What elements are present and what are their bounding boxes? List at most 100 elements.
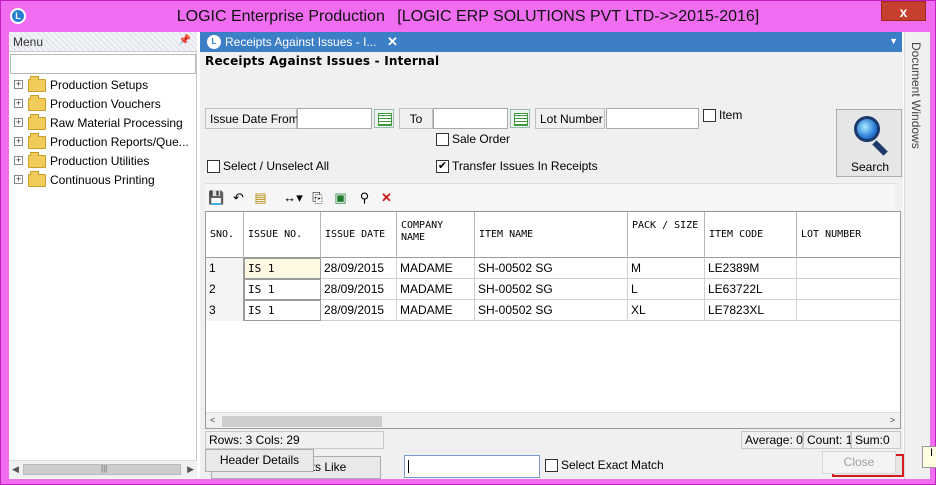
cell-lot-number[interactable]	[797, 300, 900, 321]
column-header-issue-date[interactable]: ISSUE DATE	[321, 212, 397, 258]
table-row[interactable]: 2 IS 1 28/09/2015 MADAME SH-00502 SG L L…	[206, 279, 900, 300]
select-exact-match-checkbox[interactable]	[545, 459, 558, 472]
tree-item-raw-material-processing[interactable]: + Raw Material Processing	[14, 114, 197, 133]
grid-toolbar: 💾 ↶ ▤ ↔▾ ⎘ ▣ ⚲ ✕	[205, 183, 895, 210]
tab-list-chevron-icon[interactable]: ▼	[889, 36, 898, 46]
column-header-issue-no[interactable]: ISSUE NO.	[244, 212, 321, 258]
sale-order-checkbox[interactable]	[436, 133, 449, 146]
cell-pack-size[interactable]: M	[628, 258, 705, 279]
cell-company[interactable]: MADAME	[397, 258, 475, 279]
notes-icon[interactable]: ▤	[252, 189, 269, 206]
cell-item-code[interactable]: LE63722L	[705, 279, 797, 300]
undo-icon[interactable]: ↶	[230, 189, 247, 206]
table-row[interactable]: 1 IS 1 28/09/2015 MADAME SH-00502 SG M L…	[206, 258, 900, 279]
tree-item-label: Continuous Printing	[50, 173, 155, 187]
cell-issue-date[interactable]: 28/09/2015	[321, 300, 397, 321]
column-header-item-name[interactable]: ITEM NAME	[475, 212, 628, 258]
lots-like-input[interactable]	[404, 455, 540, 478]
tab-close-icon[interactable]: ✕	[387, 34, 398, 50]
cell-company[interactable]: MADAME	[397, 300, 475, 321]
pin-icon[interactable]: 📌	[179, 35, 191, 46]
expand-icon[interactable]: +	[14, 80, 23, 89]
window-title: LOGIC Enterprise Production [LOGIC ERP S…	[1, 8, 935, 26]
select-unselect-all-checkbox[interactable]	[207, 160, 220, 173]
item-label: Item	[719, 108, 743, 122]
menu-horizontal-scrollbar[interactable]: ◀ ||| ▶	[9, 460, 197, 478]
tab-receipts-against-issues[interactable]: L Receipts Against Issues - I... ✕	[203, 33, 401, 52]
grid-horizontal-scrollbar[interactable]: < >	[206, 412, 900, 428]
header-details-button[interactable]: Header Details	[205, 449, 314, 472]
window-close-button[interactable]: x	[881, 1, 926, 21]
document-windows-panel[interactable]: Document Windows	[904, 32, 930, 479]
column-header-item-code[interactable]: ITEM CODE	[705, 212, 797, 258]
expand-icon[interactable]: +	[14, 175, 23, 184]
cell-lot-number[interactable]	[797, 258, 900, 279]
cell-item-name[interactable]: SH-00502 SG	[475, 279, 628, 300]
select-exact-match-label: Select Exact Match	[561, 458, 664, 472]
app-title: LOGIC Enterprise Production	[176, 8, 385, 25]
cell-pack-size[interactable]: L	[628, 279, 705, 300]
expand-icon[interactable]: +	[14, 118, 23, 127]
menu-tree: + Production Setups + Production Voucher…	[14, 76, 197, 190]
scroll-right-icon[interactable]: >	[890, 415, 895, 425]
sum-status: Sum:0	[851, 431, 901, 449]
title-bar[interactable]: L LOGIC Enterprise Production [LOGIC ERP…	[1, 1, 935, 32]
cell-item-code[interactable]: LE7823XL	[705, 300, 797, 321]
tree-item-production-setups[interactable]: + Production Setups	[14, 76, 197, 95]
delete-icon[interactable]: ✕	[378, 189, 395, 206]
sale-order-label: Sale Order	[452, 132, 511, 146]
copy-icon[interactable]: ⎘	[309, 189, 326, 206]
cell-issue-no[interactable]: IS 1	[244, 279, 321, 300]
cell-lot-number[interactable]	[797, 279, 900, 300]
company-title: [LOGIC ERP SOLUTIONS PVT LTD->>2015-2016…	[397, 8, 760, 25]
scroll-left-icon[interactable]: ◀	[12, 464, 19, 475]
cell-item-code[interactable]: LE2389M	[705, 258, 797, 279]
cell-company[interactable]: MADAME	[397, 279, 475, 300]
lot-number-input[interactable]	[606, 108, 699, 129]
column-header-sno[interactable]: SNO.	[206, 212, 244, 258]
tree-item-production-utilities[interactable]: + Production Utilities	[14, 152, 197, 171]
issues-grid[interactable]: SNO. ISSUE NO. ISSUE DATE COMPANY NAME I…	[205, 211, 901, 429]
cell-issue-date[interactable]: 28/09/2015	[321, 258, 397, 279]
calendar-icon[interactable]	[510, 109, 530, 128]
find-binoculars-icon[interactable]: ⚲	[356, 189, 373, 206]
item-checkbox[interactable]	[703, 109, 716, 122]
tree-item-label: Production Setups	[50, 78, 149, 92]
expand-icon[interactable]: +	[14, 137, 23, 146]
tab-label: Receipts Against Issues - I...	[225, 35, 377, 49]
issue-date-to-input[interactable]	[433, 108, 508, 129]
excel-icon[interactable]: ▣	[332, 189, 349, 206]
scroll-left-icon[interactable]: <	[210, 415, 215, 425]
expand-icon[interactable]: +	[14, 156, 23, 165]
tree-item-production-reports[interactable]: + Production Reports/Que...	[14, 133, 197, 152]
issue-date-from-input[interactable]	[297, 108, 372, 129]
folder-icon	[28, 152, 46, 168]
column-width-icon[interactable]: ↔▾	[281, 189, 305, 206]
scroll-thumb[interactable]	[222, 416, 382, 427]
tree-item-production-vouchers[interactable]: + Production Vouchers	[14, 95, 197, 114]
expand-icon[interactable]: +	[14, 99, 23, 108]
cell-item-name[interactable]: SH-00502 SG	[475, 300, 628, 321]
cell-issue-no[interactable]: IS 1	[244, 258, 321, 279]
count-status: Count: 1	[803, 431, 852, 449]
column-header-company-name[interactable]: COMPANY NAME	[397, 212, 475, 258]
tree-item-continuous-printing[interactable]: + Continuous Printing	[14, 171, 197, 190]
transfer-issues-label: Transfer Issues In Receipts	[452, 159, 598, 173]
scroll-right-icon[interactable]: ▶	[187, 464, 194, 475]
menu-search-input[interactable]	[10, 54, 196, 74]
calendar-icon[interactable]	[374, 109, 394, 128]
table-row[interactable]: 3 IS 1 28/09/2015 MADAME SH-00502 SG XL …	[206, 300, 900, 321]
cell-issue-date[interactable]: 28/09/2015	[321, 279, 397, 300]
search-button[interactable]: Search	[836, 109, 902, 177]
close-button[interactable]: Close	[822, 451, 896, 474]
transfer-issues-checkbox[interactable]: ✔	[436, 160, 449, 173]
app-logo-icon: L	[207, 35, 221, 49]
cell-item-name[interactable]: SH-00502 SG	[475, 258, 628, 279]
save-icon[interactable]: 💾	[208, 189, 225, 206]
column-header-lot-number[interactable]: LOT NUMBER	[797, 212, 900, 258]
cell-issue-no[interactable]: IS 1	[244, 300, 321, 321]
cell-pack-size[interactable]: XL	[628, 300, 705, 321]
column-header-pack-size[interactable]: PACK / SIZE	[628, 212, 705, 258]
average-status: Average: 0	[741, 431, 803, 449]
search-button-label: Search	[850, 160, 890, 174]
